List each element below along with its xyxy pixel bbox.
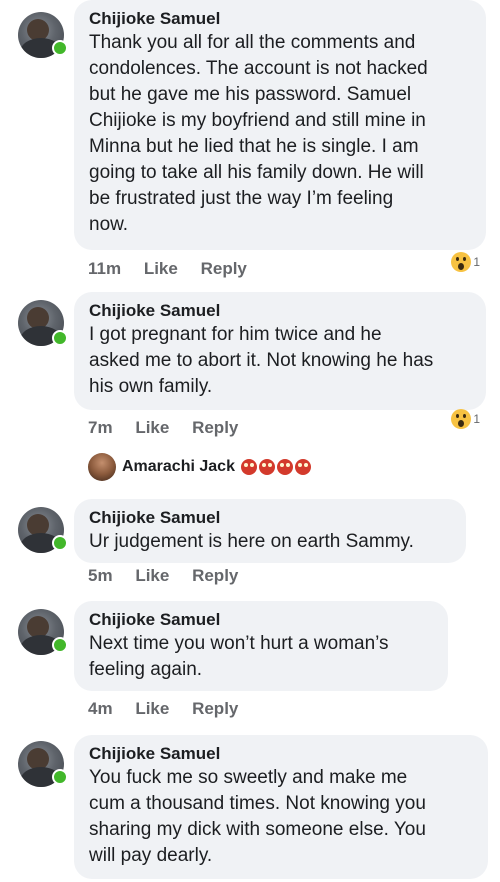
comment-text-line: You fuck me so sweetly and make me — [89, 767, 408, 788]
reply-button[interactable]: Reply — [192, 699, 238, 719]
comment-text-line: feeling again. — [89, 659, 203, 680]
comment-bubble: Chijioke Samuel Thank you all for all th… — [74, 0, 486, 250]
comment-author[interactable]: Chijioke Samuel — [89, 300, 474, 322]
comment-text-line: Chijioke is my boyfriend and still mine … — [89, 110, 426, 131]
comment-author[interactable]: Chijioke Samuel — [89, 8, 474, 30]
reaction-count: 1 — [473, 412, 480, 426]
laughing-emoji-icon — [240, 459, 257, 475]
comment-text-line: his own family. — [89, 376, 213, 397]
comment-actions: 4m Like Reply — [88, 699, 256, 719]
online-status-dot — [52, 330, 68, 346]
comment-text-line: condolences. The account is not hacked — [89, 58, 428, 79]
comment-actions: 5m Like Reply — [88, 566, 256, 586]
wow-icon — [451, 252, 472, 272]
comment-thread: Chijioke Samuel Thank you all for all th… — [0, 0, 500, 882]
like-button[interactable]: Like — [135, 566, 169, 586]
comment-text-line: will pay dearly. — [89, 845, 213, 866]
comment-timestamp[interactable]: 5m — [88, 566, 113, 586]
comment-bubble: Chijioke Samuel Next time you won’t hurt… — [74, 601, 448, 691]
comment-text-line: but he gave me his password. Samuel — [89, 84, 412, 105]
comment-bubble: Chijioke Samuel You fuck me so sweetly a… — [74, 735, 488, 879]
comment-text-line: be frustrated just the way I’m feeling — [89, 188, 394, 209]
like-button[interactable]: Like — [135, 699, 169, 719]
online-status-dot — [52, 535, 68, 551]
comment-text-line: asked me to abort it. Not knowing he has — [89, 350, 434, 371]
comment-text-line: Next time you won’t hurt a woman’s — [89, 633, 389, 654]
reply-author-avatar[interactable] — [88, 453, 116, 481]
comment-author[interactable]: Chijioke Samuel — [89, 743, 476, 765]
comment-text-line: sharing my dick with someone else. You — [89, 819, 426, 840]
comment-actions: 11m Like Reply — [88, 259, 265, 279]
comment-bubble: Chijioke Samuel Ur judgement is here on … — [74, 499, 466, 563]
reply-button[interactable]: Reply — [201, 259, 247, 279]
comment-text-line: going to take all his family down. He wi… — [89, 162, 424, 183]
like-button[interactable]: Like — [135, 418, 169, 438]
reaction-summary[interactable]: 1 — [451, 252, 480, 272]
comment-timestamp[interactable]: 4m — [88, 699, 113, 719]
comment-author[interactable]: Chijioke Samuel — [89, 609, 436, 631]
comment-bubble: Chijioke Samuel I got pregnant for him t… — [74, 292, 486, 410]
comment-text-line: Ur judgement is here on earth Sammy. — [89, 531, 414, 552]
comment-text-line: Minna but he lied that he is single. I a… — [89, 136, 419, 157]
comment-timestamp[interactable]: 7m — [88, 418, 113, 438]
laughing-emoji-icon — [294, 459, 311, 475]
comment-actions: 7m Like Reply — [88, 418, 256, 438]
like-button[interactable]: Like — [144, 259, 178, 279]
comment-text-line: cum a thousand times. Not knowing you — [89, 793, 426, 814]
comment-timestamp[interactable]: 11m — [88, 259, 121, 279]
reply-button[interactable]: Reply — [192, 418, 238, 438]
reply-author-name[interactable]: Amarachi Jack — [122, 458, 235, 476]
reply-button[interactable]: Reply — [192, 566, 238, 586]
reaction-summary[interactable]: 1 — [451, 409, 480, 429]
online-status-dot — [52, 769, 68, 785]
laughing-emoji-icon — [276, 459, 293, 475]
online-status-dot — [52, 637, 68, 653]
wow-icon — [451, 409, 472, 429]
online-status-dot — [52, 40, 68, 56]
comment-author[interactable]: Chijioke Samuel — [89, 507, 454, 529]
comment-text-line: now. — [89, 214, 129, 235]
comment-text-line: Thank you all for all the comments and — [89, 32, 416, 53]
comment-text-line: I got pregnant for him twice and he — [89, 324, 382, 345]
laughing-emoji-icon — [258, 459, 275, 475]
reaction-count: 1 — [473, 255, 480, 269]
reply-preview[interactable]: Amarachi Jack — [88, 451, 311, 483]
